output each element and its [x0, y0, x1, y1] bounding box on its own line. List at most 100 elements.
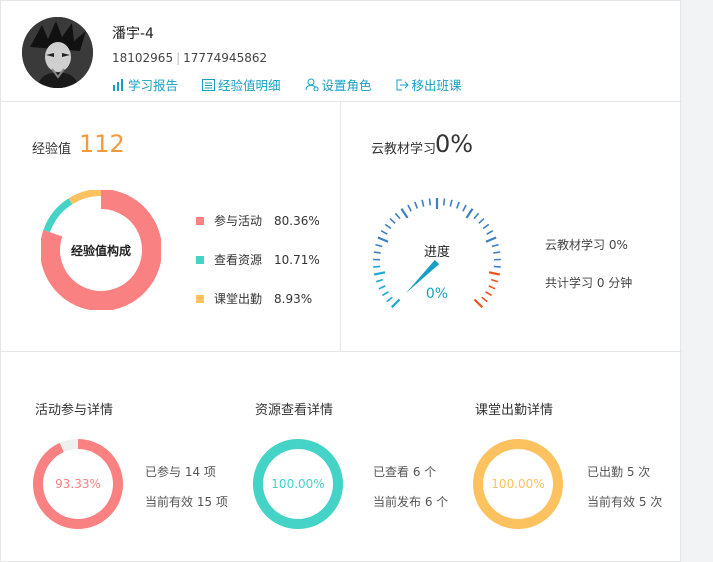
legend-swatch-activity — [196, 216, 204, 225]
gauge-tick — [390, 298, 401, 309]
legend-swatch-attendance — [196, 294, 204, 303]
legend-label-resource: 查看资源 — [214, 253, 263, 267]
experience-detail-link[interactable]: 经验值明细 — [202, 75, 281, 94]
gauge-tick — [442, 198, 446, 206]
gauge-tick — [373, 265, 381, 268]
gauge-tick — [380, 230, 388, 235]
gauge-tick — [455, 201, 460, 209]
gauge-tick — [384, 223, 392, 230]
gauge-tick — [375, 243, 383, 248]
remove-from-class-link[interactable]: 移出班课 — [396, 75, 462, 94]
gauge-tick — [485, 236, 497, 243]
experience-slice-1 — [43, 198, 73, 233]
user-ids: 18102965 | 17774945862 — [112, 51, 267, 65]
experience-donut: 经验值构成 — [41, 190, 161, 310]
cloud-study-text: 云教材学习 0% — [545, 238, 628, 252]
gauge-value: 0% — [426, 286, 448, 302]
attendance-ring: 100.00% — [472, 439, 563, 529]
activity-ring: 93.33% — [32, 439, 124, 529]
action-links: 学习报告 经验值明细 设置角色 移出班课 — [112, 75, 486, 94]
gauge-tick — [421, 199, 425, 207]
experience-title: 经验值 — [32, 142, 72, 157]
gauge-tick — [389, 217, 396, 224]
gauge-tick — [481, 296, 488, 303]
gauge-tick — [485, 291, 492, 297]
bar-chart-icon — [113, 78, 123, 91]
resource-ring: 100.00% — [252, 439, 343, 529]
gauge-tick — [373, 251, 381, 254]
resource-ring-percent: 100.00% — [271, 477, 324, 491]
gauge-tick — [482, 223, 490, 230]
gauge-tick — [449, 199, 453, 207]
gauge-tick — [493, 265, 501, 268]
gauge-tick — [378, 285, 386, 290]
gauge-tick — [478, 217, 485, 224]
experience-value: 112 — [79, 130, 125, 158]
resource-viewed-text: 已查看 6 个 — [373, 465, 437, 479]
gauge-tick — [488, 271, 500, 276]
legend-attendance: 课堂出勤 8.93% — [196, 290, 312, 307]
student-id: 18102965 — [112, 51, 174, 65]
legend-pct-attendance: 8.93% — [274, 291, 313, 306]
gauge-tick — [374, 271, 386, 276]
exit-icon — [396, 79, 409, 90]
id-separator: | — [176, 51, 181, 65]
gauge-label: 进度 — [424, 244, 450, 260]
resource-detail-title: 资源查看详情 — [255, 403, 334, 418]
resource-published-text: 当前发布 6 个 — [373, 495, 449, 509]
gauge-tick — [465, 208, 474, 219]
gauge-tick — [490, 278, 499, 283]
cloud-total-text: 共计学习 0 分钟 — [545, 276, 633, 290]
legend-pct-activity: 80.36% — [274, 213, 320, 228]
legend-label-activity: 参与活动 — [214, 214, 263, 228]
legend-label-attendance: 课堂出勤 — [214, 292, 263, 306]
gauge-tick — [488, 285, 496, 290]
remove-from-class-label: 移出班课 — [411, 78, 462, 93]
profile-header: 潘宇-4 18102965 | 17774945862 学习报告 经验值明细 设置角… — [1, 1, 682, 102]
activity-joined-text: 已参与 14 项 — [145, 465, 216, 479]
gauge-tick — [428, 198, 432, 206]
gauge-tick — [491, 243, 499, 248]
study-report-link[interactable]: 学习报告 — [112, 75, 178, 94]
gauge-tick — [486, 230, 494, 235]
cloud-value: 0% — [435, 130, 474, 158]
activity-detail-title: 活动参与详情 — [35, 403, 114, 418]
study-report-label: 学习报告 — [128, 78, 179, 93]
progress-gauge: 进度 0% — [373, 198, 501, 309]
activity-ring-percent: 93.33% — [55, 477, 101, 491]
list-icon — [202, 78, 216, 91]
attendance-ring-percent: 100.00% — [491, 477, 544, 491]
gauge-tick — [382, 291, 389, 297]
attendance-detail-title: 课堂出勤详情 — [475, 403, 554, 418]
experience-detail-label: 经验值明细 — [218, 78, 281, 93]
user-name: 潘宇-4 — [112, 26, 154, 42]
cloud-textbook-panel: 云教材学习 0% 进度 0% 云教材学习 0% 共计学习 0 分钟 — [341, 102, 682, 352]
gauge-tick — [400, 208, 409, 219]
gauge-tick — [414, 201, 419, 209]
legend-resource: 查看资源 10.71% — [196, 251, 320, 268]
attendance-valid-text: 当前有效 5 次 — [587, 495, 663, 509]
experience-slice-2 — [68, 190, 101, 205]
gauge-tick — [462, 204, 467, 212]
gauge-tick — [377, 236, 389, 243]
attendance-present-text: 已出勤 5 次 — [587, 465, 651, 479]
set-role-link[interactable]: 设置角色 — [305, 75, 372, 94]
gauge-tick — [407, 204, 412, 212]
gauge-tick — [386, 296, 393, 303]
avatar — [22, 17, 93, 88]
gauge-tick — [394, 212, 401, 220]
cloud-title: 云教材学习 — [371, 142, 437, 157]
legend-swatch-resource — [196, 255, 204, 264]
legend-activity: 参与活动 80.36% — [196, 212, 320, 229]
gauge-tick — [375, 278, 384, 283]
experience-panel: 经验值 112 经验值构成 参与活动 80.36% 查看资源 10.71% 课堂… — [1, 102, 341, 352]
class-member-card: 潘宇-4 18102965 | 17774945862 学习报告 经验值明细 设置角… — [0, 0, 682, 562]
gauge-tick — [473, 298, 484, 309]
legend-pct-resource: 10.71% — [274, 252, 320, 267]
user-settings-icon — [305, 78, 319, 91]
gauge-tick — [473, 212, 480, 220]
phone-number: 17774945862 — [183, 51, 268, 65]
donut-center-label: 经验值构成 — [71, 243, 131, 258]
activity-valid-text: 当前有效 15 项 — [145, 495, 228, 509]
set-role-label: 设置角色 — [321, 78, 372, 93]
